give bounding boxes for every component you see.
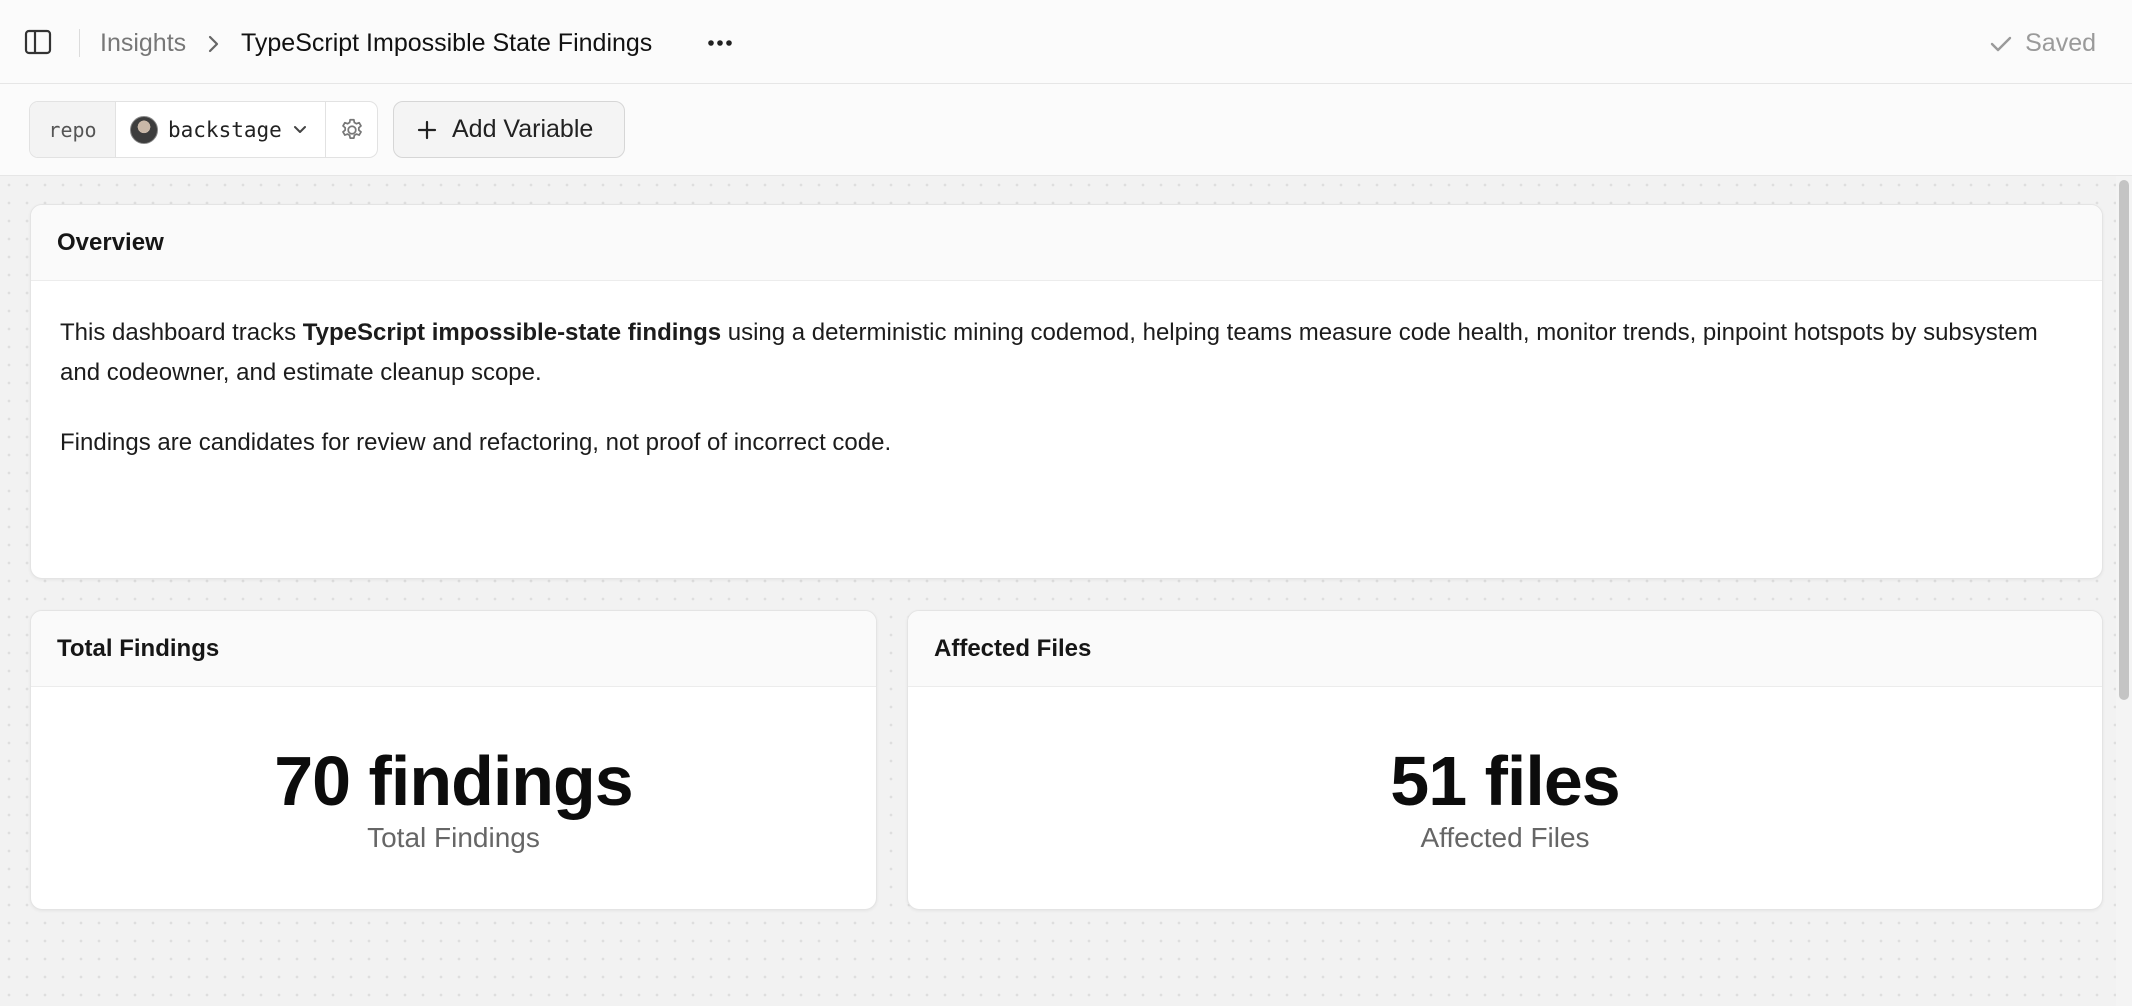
card-title: Affected Files bbox=[908, 611, 2102, 687]
metric-label: Affected Files bbox=[1420, 822, 1590, 853]
breadcrumb-insights-link[interactable]: Insights bbox=[100, 29, 186, 58]
plus-icon bbox=[417, 120, 437, 139]
chevron-right-icon bbox=[206, 34, 222, 54]
overview-card: Overview This dashboard tracks TypeScrip… bbox=[30, 204, 2103, 579]
page-title: TypeScript Impossible State Findings bbox=[241, 29, 653, 57]
add-variable-button[interactable]: Add Variable bbox=[393, 101, 625, 158]
overview-text-highlight: TypeScript impossible-state findings bbox=[302, 319, 722, 346]
variable-key: repo bbox=[30, 102, 116, 157]
saved-label: Saved bbox=[2025, 29, 2096, 57]
variable-repo: repo backstage bbox=[29, 101, 378, 158]
affected-files-card: Affected Files 51 files Affected Files bbox=[907, 610, 2103, 910]
metric-body: 51 files Affected Files bbox=[908, 687, 2102, 909]
variable-value: backstage bbox=[168, 117, 282, 142]
add-variable-label: Add Variable bbox=[452, 115, 594, 143]
header-divider bbox=[79, 29, 80, 57]
variable-value-select[interactable]: backstage bbox=[116, 102, 326, 157]
saved-status: Saved bbox=[1989, 29, 2096, 58]
scrollbar-thumb[interactable] bbox=[2119, 180, 2129, 700]
metric-body: 70 findings Total Findings bbox=[31, 687, 876, 909]
card-title: Overview bbox=[31, 205, 2102, 281]
overview-disclaimer: Findings are candidates for review and r… bbox=[60, 429, 892, 456]
avatar bbox=[130, 115, 158, 144]
metric-label: Total Findings bbox=[367, 822, 540, 853]
variable-settings-button[interactable] bbox=[326, 102, 377, 157]
variables-bar: repo backstage Add Variable bbox=[0, 84, 2132, 176]
overview-text: This dashboard tracks TypeScript impossi… bbox=[31, 281, 2102, 463]
overview-text-prefix: This dashboard tracks bbox=[60, 319, 303, 346]
overview-paragraph: This dashboard tracks TypeScript impossi… bbox=[60, 313, 2072, 393]
card-title: Total Findings bbox=[31, 611, 876, 687]
gear-icon bbox=[341, 118, 362, 139]
more-horizontal-icon bbox=[708, 40, 732, 46]
total-findings-card: Total Findings 70 findings Total Finding… bbox=[30, 610, 877, 910]
chevron-down-icon bbox=[293, 125, 306, 133]
more-options-button[interactable] bbox=[702, 26, 738, 60]
top-header: Insights TypeScript Impossible State Fin… bbox=[0, 0, 2132, 84]
dashboard-canvas: Overview This dashboard tracks TypeScrip… bbox=[0, 176, 2132, 1006]
metric-value: 70 findings bbox=[274, 742, 633, 820]
sidebar-toggle-icon[interactable] bbox=[24, 29, 52, 55]
check-icon bbox=[1990, 36, 2012, 51]
metric-value: 51 files bbox=[1390, 742, 1620, 820]
